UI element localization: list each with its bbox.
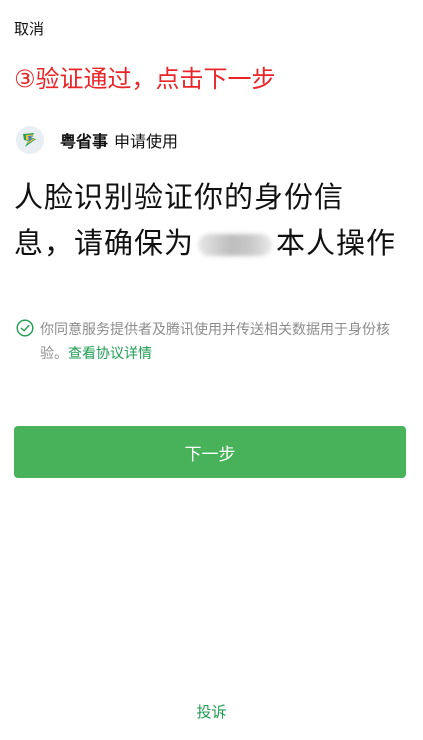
app-name: 粤省事 — [60, 132, 109, 151]
agreement-text: 你同意服务提供者及腾讯使用并传送相关数据用于身份核验。查看协议详情 — [40, 318, 406, 366]
title-line-2: 息，请确保为 本人操作 — [14, 220, 414, 266]
agreement-notice: 你同意服务提供者及腾讯使用并传送相关数据用于身份核验。查看协议详情 — [16, 318, 406, 366]
view-agreement-link[interactable]: 查看协议详情 — [68, 346, 152, 362]
check-circle-icon[interactable] — [16, 319, 34, 337]
blurred-name-redaction — [198, 234, 273, 256]
page-title: 人脸识别验证你的身份信 息，请确保为 本人操作 — [14, 174, 414, 266]
app-info: 粤省事 申请使用 — [16, 125, 178, 155]
title-line-1: 人脸识别验证你的身份信 — [14, 180, 345, 214]
step-annotation: ③验证通过，点击下一步 — [14, 65, 276, 93]
title-line-2-prefix: 息，请确保为 — [14, 226, 195, 260]
cancel-button[interactable]: 取消 — [14, 19, 44, 39]
complain-link[interactable]: 投诉 — [0, 701, 423, 722]
next-step-button[interactable]: 下一步 — [14, 426, 406, 478]
app-logo-icon — [16, 126, 44, 154]
title-line-2-suffix: 本人操作 — [276, 226, 397, 260]
app-request-label: 申请使用 — [114, 132, 179, 151]
